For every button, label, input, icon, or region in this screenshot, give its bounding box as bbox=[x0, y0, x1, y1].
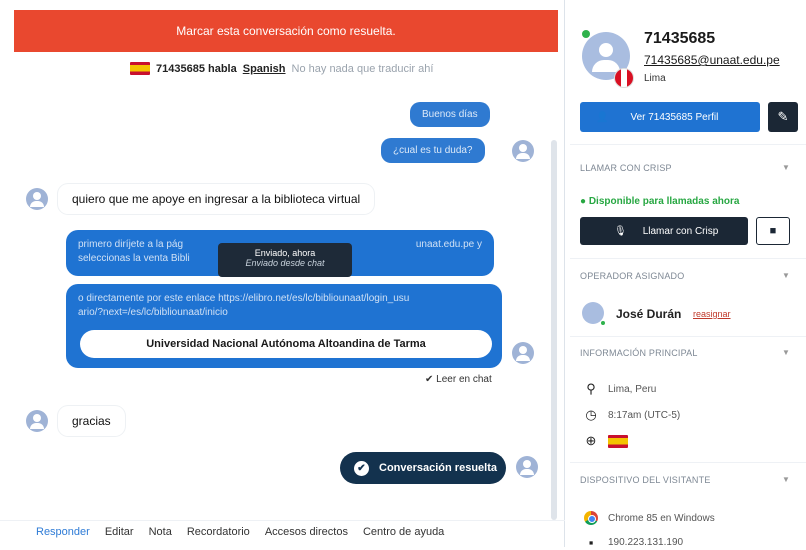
operator-name: José Durán bbox=[616, 307, 682, 321]
divider bbox=[570, 462, 806, 463]
network-icon: ▪ bbox=[588, 535, 594, 550]
ip-row: ▪ 190.223.131.190 bbox=[584, 535, 683, 550]
online-status-dot bbox=[582, 30, 590, 38]
call-label: Llamar con Crisp bbox=[642, 225, 719, 237]
location-text: Lima, Peru bbox=[608, 383, 657, 395]
time-text: 8:17am (UTC-5) bbox=[608, 409, 681, 421]
tab-centro-de-ayuda[interactable]: Centro de ayuda bbox=[363, 526, 444, 538]
conversation-resolved-button[interactable]: ✔ Conversación resuelta bbox=[340, 452, 506, 484]
ip-text: 190.223.131.190 bbox=[608, 537, 684, 548]
location-row: ⚲ Lima, Peru bbox=[584, 381, 656, 397]
message-text: o directamente por este enlace https://e… bbox=[78, 293, 410, 304]
visitor-city: Lima bbox=[644, 73, 666, 84]
language-link[interactable]: Spanish bbox=[243, 63, 286, 75]
pin-icon: ⚲ bbox=[586, 381, 596, 396]
section-call-header[interactable]: LLAMAR CON CRISP bbox=[580, 163, 672, 173]
tab-accesos-directos[interactable]: Accesos directos bbox=[265, 526, 348, 538]
composer-toolbar: Responder Editar Nota Recordatorio Acces… bbox=[36, 526, 444, 538]
mark-resolved-banner[interactable]: Marcar esta conversación como resuelta. bbox=[14, 10, 558, 52]
operator-online-dot bbox=[600, 320, 606, 326]
browser-row: Chrome 85 en Windows bbox=[584, 511, 715, 525]
chrome-icon bbox=[584, 511, 598, 525]
section-operator-header[interactable]: OPERADOR ASIGNADO bbox=[580, 271, 684, 281]
chevron-down-icon[interactable]: ▼ bbox=[782, 348, 790, 357]
tooltip-subtitle: Enviado desde chat bbox=[245, 258, 325, 268]
check-icon: ✔ bbox=[354, 460, 369, 476]
message-text: primero diríjete a la pág bbox=[78, 239, 184, 250]
view-profile-label: Ver 71435685 Perfil bbox=[630, 111, 719, 123]
call-availability: ● Disponible para llamadas ahora bbox=[580, 196, 740, 207]
microphone-icon: 🎙 bbox=[614, 225, 627, 237]
call-with-crisp-button[interactable]: 🎙 Llamar con Crisp bbox=[580, 217, 748, 245]
read-receipt: ✔ Leer en chat bbox=[425, 374, 492, 385]
visitor-avatar bbox=[26, 188, 48, 210]
visitor-name: 71435685 bbox=[644, 30, 716, 47]
chevron-down-icon[interactable]: ▼ bbox=[782, 271, 790, 280]
pencil-icon[interactable]: ✎ bbox=[768, 102, 798, 132]
video-icon[interactable]: ■ bbox=[756, 217, 790, 245]
divider bbox=[570, 144, 806, 145]
chevron-down-icon[interactable]: ▼ bbox=[782, 475, 790, 484]
chat-message-operator: ¿cual es tu duda? bbox=[381, 138, 485, 163]
reassign-link[interactable]: reasignar bbox=[693, 309, 731, 319]
toolbar-divider bbox=[0, 520, 565, 521]
chat-panel: Marcar esta conversación como resuelta. … bbox=[0, 0, 565, 547]
globe-icon: ⊕ bbox=[585, 433, 597, 448]
peru-flag-icon bbox=[614, 68, 634, 88]
section-device-header[interactable]: DISPOSITIVO DEL VISITANTE bbox=[580, 475, 711, 485]
operator-avatar bbox=[516, 456, 538, 478]
tooltip-title: Enviado, ahora bbox=[254, 248, 316, 258]
operator-avatar bbox=[512, 342, 534, 364]
spain-flag-icon bbox=[130, 62, 150, 75]
tab-editar[interactable]: Editar bbox=[105, 526, 134, 538]
divider bbox=[570, 336, 806, 337]
chat-message-operator: Buenos días bbox=[410, 102, 490, 127]
visitor-language-label: 71435685 habla bbox=[156, 62, 237, 75]
message-text: ario/?next=/es/lc/bibliounaat/inicio bbox=[78, 307, 228, 318]
tab-responder[interactable]: Responder bbox=[36, 526, 90, 538]
time-row: ◷ 8:17am (UTC-5) bbox=[584, 407, 680, 423]
section-info-header[interactable]: INFORMACIÓN PRINCIPAL bbox=[580, 348, 698, 358]
view-profile-button[interactable]: 👤 Ver 71435685 Perfil bbox=[580, 102, 760, 132]
user-icon: 👤 bbox=[596, 111, 609, 123]
chevron-down-icon[interactable]: ▼ bbox=[782, 163, 790, 172]
chat-scrollbar[interactable] bbox=[551, 140, 557, 520]
browser-text: Chrome 85 en Windows bbox=[608, 512, 715, 524]
tab-recordatorio[interactable]: Recordatorio bbox=[187, 526, 250, 538]
visitor-avatar bbox=[26, 410, 48, 432]
language-row: ⊕ bbox=[584, 433, 628, 449]
divider bbox=[570, 258, 806, 259]
link-preview-card[interactable]: Universidad Nacional Autónoma Altoandina… bbox=[80, 330, 492, 358]
visitor-email[interactable]: 71435685@unaat.edu.pe bbox=[644, 53, 780, 67]
message-text: unaat.edu.pe y bbox=[415, 239, 482, 250]
spain-flag-icon bbox=[608, 434, 628, 448]
chat-message-visitor: quiero que me apoye en ingresar a la bib… bbox=[58, 184, 375, 214]
translation-note: No hay nada que traducir ahí bbox=[291, 62, 434, 75]
translation-notice: 71435685 habla Spanish No hay nada que t… bbox=[130, 62, 433, 75]
clock-icon: ◷ bbox=[585, 407, 597, 422]
operator-avatar bbox=[512, 140, 534, 162]
tab-nota[interactable]: Nota bbox=[149, 526, 172, 538]
message-status-tooltip: Enviado, ahora Enviado desde chat bbox=[218, 243, 352, 277]
resolved-label: Conversación resuelta bbox=[379, 462, 497, 474]
chat-message-visitor: gracias bbox=[58, 406, 125, 436]
